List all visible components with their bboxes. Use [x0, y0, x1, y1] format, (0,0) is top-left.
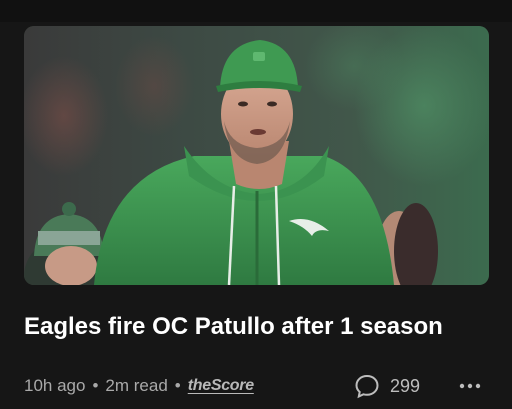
more-horizontal-icon [459, 383, 481, 389]
time-ago: 10h ago [24, 376, 86, 395]
source-logo: theScore [187, 377, 254, 394]
top-bar [0, 0, 512, 22]
comments-button[interactable]: 299 [354, 372, 420, 400]
more-options-button[interactable] [456, 372, 484, 400]
news-card[interactable]: Eagles fire OC Patullo after 1 season 10… [0, 0, 512, 409]
meta-separator: • [92, 376, 99, 395]
meta-separator: • [174, 376, 181, 395]
read-time: 2m read [105, 376, 168, 395]
article-headline[interactable]: Eagles fire OC Patullo after 1 season [24, 312, 494, 342]
article-image[interactable] [24, 26, 489, 285]
article-meta: 10h ago • 2m read • theScore [24, 373, 254, 399]
comment-count: 299 [390, 375, 421, 396]
article-photo [24, 26, 489, 285]
speech-bubble-icon [355, 374, 379, 399]
